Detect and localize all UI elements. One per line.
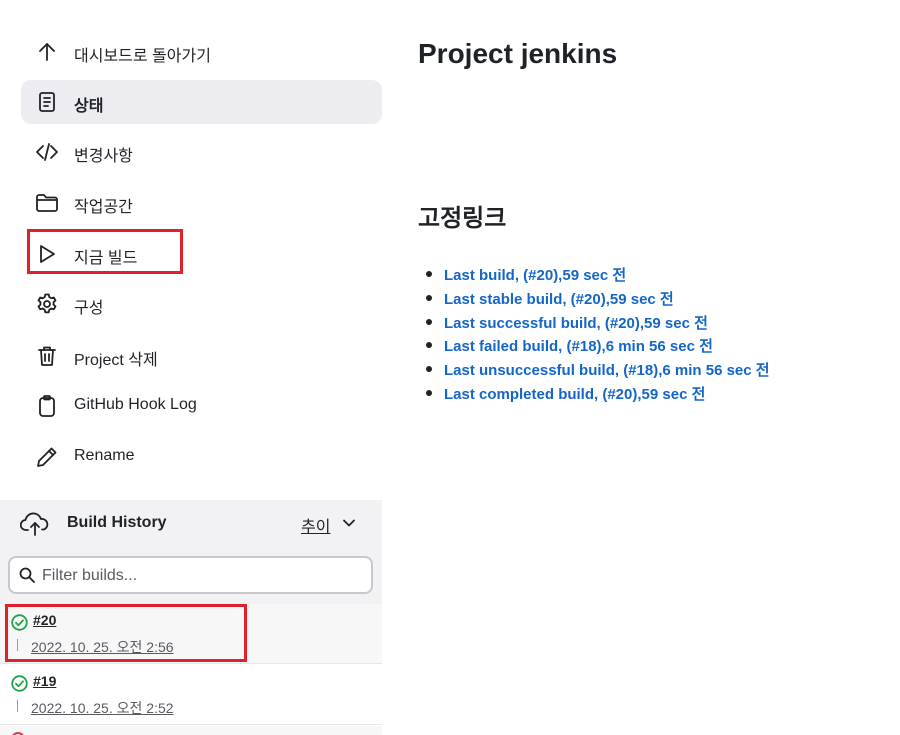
task-label: 작업공간 [74,199,133,216]
task-rename[interactable]: Rename [21,435,382,479]
task-changes[interactable]: 변경사항 [21,130,382,174]
permalinks-list: Last build, (#20),59 sec 전 Last stable b… [426,264,770,407]
trash-icon [38,346,56,366]
task-label: 상태 [74,98,104,115]
task-github-hook-log[interactable]: GitHub Hook Log [21,384,382,428]
search-icon [19,567,35,583]
build-date-link[interactable]: 2022. 10. 25. 오전 2:56 [31,637,174,657]
list-item: Last stable build, (#20),59 sec 전 [426,288,770,312]
build-number-link[interactable]: #20 [33,612,56,628]
bullet [426,389,432,396]
build-date-link[interactable]: 2022. 10. 25. 오전 2:52 [31,698,174,718]
task-label: GitHub Hook Log [74,396,197,413]
sidebar: 대시보드로 돌아가기 상태 변경사항 작업공간 지금 빌드 구성 Project… [0,0,382,735]
bullet [426,318,432,325]
build-history-title: Build History [67,514,167,531]
divider [17,639,18,651]
task-label: 구성 [74,300,104,317]
build-row: #19 2022. 10. 25. 오전 2:52 [0,665,382,725]
permalink-last-stable-build[interactable]: Last stable build, (#20),59 sec 전 [444,291,674,308]
task-label: 대시보드로 돌아가기 [74,48,211,65]
permalink-last-completed-build[interactable]: Last completed build, (#20),59 sec 전 [444,386,705,403]
clipboard-icon [39,395,55,417]
document-icon [39,92,55,112]
build-row: #20 2022. 10. 25. 오전 2:56 [0,604,382,664]
permalink-last-build[interactable]: Last build, (#20),59 sec 전 [444,267,626,284]
chevron-down-icon[interactable] [342,516,356,530]
success-check-icon [11,614,28,631]
permalinks-heading: 고정링크 [418,205,507,232]
filter-container [0,547,382,604]
permalink-last-successful-build[interactable]: Last successful build, (#20),59 sec 전 [444,315,708,332]
page-title: Project jenkins [418,38,618,69]
bullet [426,294,432,301]
task-label: Rename [74,447,135,464]
task-delete-project[interactable]: Project 삭제 [21,334,382,378]
gear-icon [37,293,57,314]
task-configure[interactable]: 구성 [21,282,382,326]
build-number-link[interactable]: #19 [33,673,56,689]
play-icon [40,245,55,263]
success-check-icon [11,675,28,692]
permalink-last-unsuccessful-build[interactable]: Last unsuccessful build, (#18),6 min 56 … [444,362,770,379]
trend-link[interactable]: 추이 [301,513,330,537]
task-label: 지금 빌드 [74,250,138,267]
task-label: 변경사항 [74,148,133,165]
list-item: Last unsuccessful build, (#18),6 min 56 … [426,359,770,383]
filter-builds-input[interactable] [42,565,362,587]
task-label: Project 삭제 [74,352,158,369]
build-history-header: Build History 추이 [0,500,382,547]
permalink-last-failed-build[interactable]: Last failed build, (#18),6 min 56 sec 전 [444,338,713,355]
bullet [426,342,432,349]
bullet [426,366,432,373]
build-row-partial [0,726,382,735]
arrow-up-icon [39,43,55,61]
task-workspace[interactable]: 작업공간 [21,181,382,225]
list-item: Last failed build, (#18),6 min 56 sec 전 [426,335,770,359]
bullet [426,271,432,277]
list-item: Last completed build, (#20),59 sec 전 [426,383,770,407]
filter-box [8,556,373,594]
folder-icon [36,194,58,212]
list-item: Last build, (#20),59 sec 전 [426,264,770,288]
list-item: Last successful build, (#20),59 sec 전 [426,312,770,336]
task-back-to-dashboard[interactable]: 대시보드로 돌아가기 [21,30,382,74]
pencil-icon [37,447,57,467]
code-icon [36,143,58,161]
task-status[interactable]: 상태 [21,80,382,124]
main-content: Project jenkins 고정링크 Last build, (#20),5… [418,0,888,735]
task-build-now[interactable]: 지금 빌드 [21,232,382,276]
build-history-cloud-icon [20,512,49,536]
divider [17,700,18,712]
